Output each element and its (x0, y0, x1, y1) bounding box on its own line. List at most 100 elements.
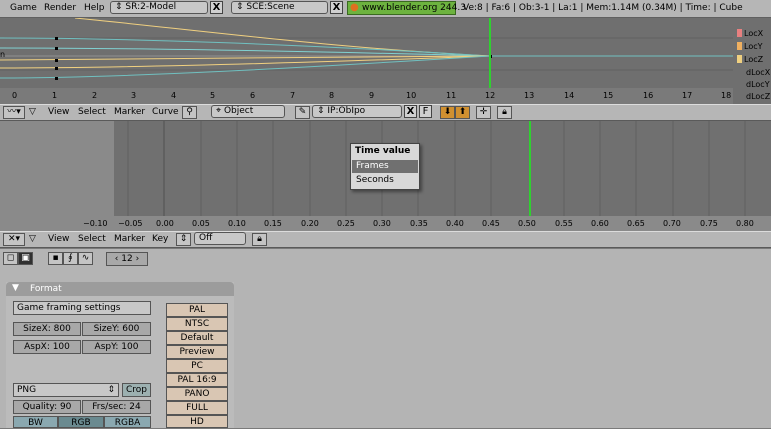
preset-preview-button[interactable]: Preview (166, 345, 228, 359)
time-value-popup[interactable]: Time value Frames Seconds (350, 143, 420, 190)
delete-screen-button[interactable]: X (210, 1, 223, 14)
collapse-menu-icon[interactable]: ▽ (29, 107, 36, 117)
menu-select[interactable]: Select (78, 107, 106, 117)
crop-toggle[interactable]: Crop (122, 383, 151, 397)
action-keyframe-area[interactable] (114, 121, 771, 216)
color-bw-button[interactable]: BW (13, 416, 58, 428)
menu-curve[interactable]: Curve (152, 107, 179, 117)
ipo-tick: 0 (12, 91, 18, 100)
preset-pal-button[interactable]: PAL (166, 303, 228, 317)
menu-game[interactable]: Game (10, 3, 37, 13)
sound-icon[interactable]: ∿ (78, 252, 93, 265)
menu-select[interactable]: Select (78, 234, 106, 244)
menu-help[interactable]: Help (84, 3, 105, 13)
collapse-menu-icon[interactable]: ▽ (29, 234, 36, 244)
action-tick: 0.45 (482, 219, 500, 228)
preset-pal169-button[interactable]: PAL 16:9 (166, 373, 228, 387)
action-channel-list[interactable] (0, 121, 114, 216)
scene-name: SCE:Scene (246, 2, 295, 12)
preset-default-button[interactable]: Default (166, 331, 228, 345)
action-tick: 0.70 (663, 219, 681, 228)
scene-render-icon[interactable]: ▪ (48, 252, 63, 265)
screen-selector[interactable]: ⇕ SR:2-Model (110, 1, 208, 14)
lock-icon[interactable]: 🔒︎ (497, 106, 512, 119)
quality-field[interactable]: Quality: 90 (13, 400, 81, 414)
channel-dlocz[interactable]: dLocZ (746, 92, 770, 101)
asp-x-field[interactable]: AspX: 100 (13, 340, 81, 354)
ipo-tick: 15 (603, 91, 614, 100)
action-tick: 0.50 (518, 219, 536, 228)
action-tick: 0.65 (627, 219, 645, 228)
popup-item-seconds[interactable]: Seconds (352, 174, 418, 187)
action-tick: 0.25 (337, 219, 355, 228)
popup-item-frames[interactable]: Frames (352, 160, 418, 173)
action-mode-value: Off (199, 233, 213, 243)
view-all-icon[interactable]: ✛ (476, 106, 491, 119)
menu-view[interactable]: View (48, 107, 69, 117)
render-icon[interactable]: ▣ (18, 252, 33, 265)
blender-url: www.blender.org 244.3 (362, 3, 466, 13)
browse-action-icon[interactable]: ⇕ (176, 233, 191, 246)
editor-type-action-icon[interactable]: ✕▾ (3, 233, 25, 246)
ipo-tick: 2 (92, 91, 98, 100)
unlink-ipo-button[interactable]: X (404, 105, 417, 118)
action-tick: 0.80 (736, 219, 754, 228)
menu-key[interactable]: Key (152, 234, 168, 244)
asp-y-field[interactable]: AspY: 100 (82, 340, 151, 354)
menu-view[interactable]: View (48, 234, 69, 244)
channel-locy[interactable]: LocY (737, 42, 763, 51)
fps-field[interactable]: Frs/sec: 24 (82, 400, 151, 414)
ipo-tick: 10 (406, 91, 417, 100)
scene-selector[interactable]: ⇕ SCE:Scene (231, 1, 328, 14)
fake-user-button[interactable]: F (419, 105, 432, 118)
action-mode-selector[interactable]: Off (194, 232, 246, 245)
action-tick: 0.40 (446, 219, 464, 228)
format-panel-header[interactable]: ▼ Format (6, 282, 234, 296)
current-frame-field[interactable]: ‹ 12 › (106, 252, 148, 266)
popup-title: Time value (355, 146, 411, 156)
file-type-selector[interactable]: PNG ⇕ (13, 383, 119, 397)
preset-ntsc-button[interactable]: NTSC (166, 317, 228, 331)
view-icon[interactable]: ◻ (3, 252, 18, 265)
preset-hd-button[interactable]: HD (166, 415, 228, 428)
pin-icon[interactable]: ⚲ (182, 106, 197, 119)
anim-playback-icon[interactable]: ∮ (63, 252, 78, 265)
copy-ipo-icon[interactable]: ⬇ (440, 106, 455, 119)
editor-type-ipo-icon[interactable]: 〰▾ (3, 106, 25, 119)
scene-stats: Ve:8 | Fa:6 | Ob:3-1 | La:1 | Mem:1.14M … (463, 3, 743, 13)
ipo-curve-area[interactable] (0, 17, 771, 88)
size-x-field[interactable]: SizeX: 800 (13, 322, 81, 336)
channel-dlocx[interactable]: dLocX (746, 68, 770, 77)
action-tick: 0.75 (700, 219, 718, 228)
ipo-block-name: IP:ObIpo (327, 106, 366, 116)
menu-render[interactable]: Render (44, 3, 76, 13)
ipo-tick: 11 (446, 91, 457, 100)
action-grid (127, 121, 746, 216)
ipo-curves (0, 17, 733, 88)
game-framing-button[interactable]: Game framing settings (13, 301, 151, 315)
ipo-tick: 14 (564, 91, 575, 100)
action-tick: 0.30 (373, 219, 391, 228)
ipo-block-selector[interactable]: ⇕ IP:ObIpo (312, 105, 402, 118)
browse-ipo-icon[interactable]: ✎ (295, 106, 310, 119)
channel-locx[interactable]: LocX (737, 29, 763, 38)
ipo-type-selector[interactable]: ⌖ Object (211, 105, 285, 118)
color-rgb-button[interactable]: RGB (58, 416, 104, 428)
preset-pc-button[interactable]: PC (166, 359, 228, 373)
preset-pano-button[interactable]: PANO (166, 387, 228, 401)
ipo-tick: 4 (171, 91, 177, 100)
channel-dlocy[interactable]: dLocY (746, 80, 770, 89)
channel-locz[interactable]: LocZ (737, 55, 763, 64)
preset-full-button[interactable]: FULL (166, 401, 228, 415)
ipo-tick: 1 (52, 91, 58, 100)
paste-ipo-icon[interactable]: ⬆ (455, 106, 470, 119)
delete-scene-button[interactable]: X (330, 1, 343, 14)
color-rgba-button[interactable]: RGBA (104, 416, 151, 428)
lock-icon[interactable]: 🔒︎ (252, 233, 267, 246)
menu-marker[interactable]: Marker (114, 234, 145, 244)
menu-marker[interactable]: Marker (114, 107, 145, 117)
collapse-triangle-icon[interactable]: ▼ (12, 283, 19, 293)
size-y-field[interactable]: SizeY: 600 (82, 322, 151, 336)
blender-url-badge[interactable]: ● www.blender.org 244.3 (347, 1, 466, 15)
ipo-tick: 3 (131, 91, 137, 100)
